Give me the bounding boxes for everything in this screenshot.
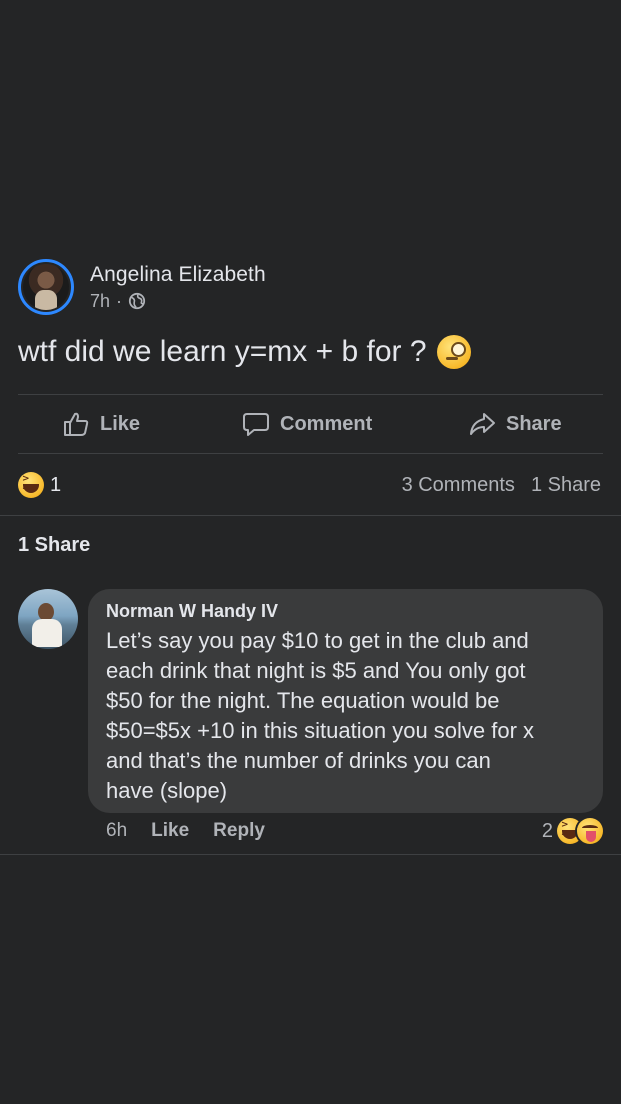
comment-bubble: Norman W Handy IV Let’s say you pay $10 …: [88, 589, 603, 813]
post-text: wtf did we learn y=mx + b for ?: [18, 335, 471, 369]
comment-button[interactable]: Comment: [242, 395, 372, 453]
comment-reaction-count: 2: [541, 819, 553, 842]
comments-count[interactable]: 3 Comments: [402, 474, 515, 497]
author-name[interactable]: Angelina Elizabeth: [90, 263, 266, 287]
comment-like-button[interactable]: Like: [151, 820, 189, 842]
stats-row: 1 3 Comments 1 Share: [0, 466, 621, 502]
comment-reply-button[interactable]: Reply: [213, 820, 265, 842]
face-with-monocle-icon: [436, 335, 471, 369]
thumbs-up-icon: [64, 412, 89, 436]
share-button[interactable]: Share: [468, 395, 562, 453]
comment-footer: 6h Like Reply: [106, 820, 265, 842]
author-avatar[interactable]: [18, 259, 74, 315]
shares-count[interactable]: 1 Share: [531, 474, 601, 497]
share-label: Share: [506, 412, 562, 435]
like-button[interactable]: Like: [62, 395, 140, 453]
globe-icon: [128, 292, 146, 310]
divider-stats: [0, 515, 621, 516]
comment-time[interactable]: 6h: [106, 820, 127, 842]
post-header: Angelina Elizabeth 7h ·: [18, 259, 266, 315]
comment-label: Comment: [280, 412, 373, 435]
author-block: Angelina Elizabeth 7h ·: [90, 263, 266, 312]
comment-reactions[interactable]: 2: [542, 818, 603, 844]
like-label: Like: [100, 412, 141, 435]
share-arrow-icon: [470, 413, 495, 435]
divider-actions: [18, 453, 603, 454]
haha-icon: [18, 472, 44, 498]
post-meta: 7h ·: [90, 291, 266, 312]
comment-text: Let’s say you pay $10 to get in the club…: [106, 628, 535, 803]
reaction-count: 1: [50, 473, 62, 496]
post-time[interactable]: 7h: [90, 291, 110, 312]
page: Angelina Elizabeth 7h · wtf did we learn…: [0, 0, 621, 1104]
divider-bottom: [0, 854, 621, 855]
author-avatar-photo: [23, 264, 69, 310]
post-reactions[interactable]: 1: [18, 472, 61, 498]
commenter-avatar[interactable]: [18, 589, 78, 649]
meta-separator: ·: [116, 290, 123, 311]
counts: 3 Comments 1 Share: [402, 474, 601, 497]
post-body: wtf did we learn y=mx + b for ?: [18, 335, 427, 368]
comment-author[interactable]: Norman W Handy IV: [106, 601, 585, 622]
shares-heading[interactable]: 1 Share: [18, 534, 90, 557]
action-bar: Like Comment Share: [0, 395, 621, 453]
tongue-out-icon: [577, 818, 603, 844]
comment-bubble-icon: [243, 413, 269, 436]
